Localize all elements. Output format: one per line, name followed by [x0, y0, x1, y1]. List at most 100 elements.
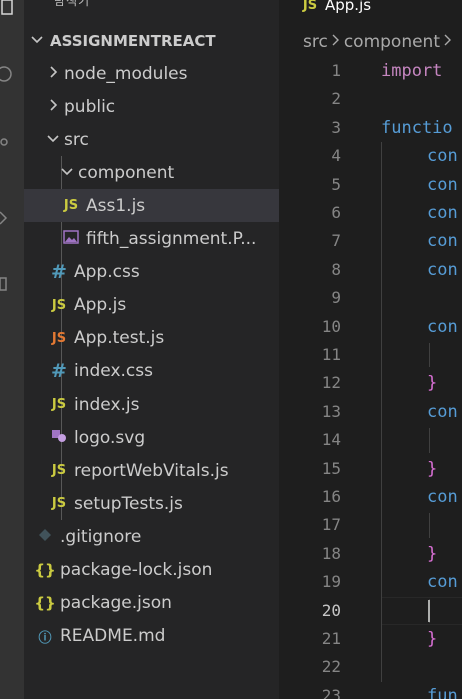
extensions-icon[interactable] [0, 270, 24, 298]
project-root[interactable]: ASSIGNMENTREACT [24, 24, 279, 57]
code-token: con [427, 572, 458, 593]
tree-file[interactable]: JS index.js [24, 388, 279, 421]
tree-item-label: package.json [60, 593, 172, 614]
tree-file[interactable]: {} package.json [24, 587, 279, 620]
tree-item-label: package-lock.json [60, 560, 213, 580]
code-line: con [427, 398, 458, 426]
code-token: fun [427, 685, 458, 699]
js-file-icon: JS [51, 297, 67, 313]
tree-file[interactable]: {} package-lock.json [24, 554, 279, 587]
tree-file[interactable]: JS reportWebVitals.js [24, 454, 279, 487]
line-number: 1 [331, 61, 341, 80]
line-number: 4 [331, 146, 341, 166]
tree-file[interactable]: JS setupTests.js [24, 487, 279, 520]
tree-item-label: index.css [74, 361, 153, 382]
code-token: con [427, 487, 458, 507]
code-token: } [427, 543, 438, 564]
code-line: } [427, 455, 437, 483]
tree-item-label: App.js [74, 295, 127, 316]
tree-item-label: reportWebVitals.js [74, 460, 229, 481]
tree-folder[interactable]: public [24, 90, 279, 123]
tree-file[interactable]: fifth_assignment.P... [24, 223, 279, 256]
code-token: } [427, 373, 438, 394]
breadcrumb: src component [303, 30, 456, 54]
js-file-icon: JS [51, 397, 67, 412]
code-token: } [427, 458, 438, 479]
code-token: functio [381, 117, 453, 138]
tab-bar: JS App.js [279, 0, 462, 24]
line-number: 21 [321, 629, 341, 648]
code-token: con [427, 316, 458, 337]
search-icon[interactable] [0, 60, 24, 88]
code-line: con [427, 313, 458, 341]
code-token: con [427, 146, 458, 167]
js-file-icon: JS [51, 496, 67, 512]
sidebar-header: 탐색기 [54, 0, 91, 8]
source-control-icon[interactable] [0, 128, 24, 156]
code-line: import [381, 57, 442, 85]
activity-bar [0, 0, 24, 699]
json-file-icon: {} [34, 594, 56, 613]
git-file-icon [34, 528, 56, 546]
code-line: con [427, 568, 458, 596]
tab-label: App.js [325, 0, 372, 14]
text-cursor [428, 599, 430, 622]
code-line: con [427, 256, 458, 284]
tree-folder[interactable]: component [24, 156, 279, 189]
chevron-right-icon [46, 66, 60, 81]
run-debug-icon[interactable] [0, 203, 24, 231]
block-indent-guide [429, 513, 430, 538]
indent-guide [381, 142, 382, 682]
line-number: 8 [331, 259, 341, 279]
line-number: 14 [321, 430, 341, 450]
line-number: 7 [331, 231, 341, 251]
code-token: con [427, 401, 458, 422]
tree-item-label: public [64, 96, 116, 117]
line-number: 23 [321, 685, 341, 699]
code-line: } [427, 625, 437, 653]
info-file-icon: ⓘ [38, 630, 52, 646]
code-line: con [427, 171, 458, 199]
code-line: con [427, 227, 458, 255]
line-number: 11 [321, 345, 341, 364]
tree-item-label: .gitignore [60, 526, 142, 547]
tree-item-label: component [78, 162, 175, 183]
code-line: } [427, 369, 437, 397]
tree-item-label: fifth_assignment.P... [86, 229, 257, 249]
chevron-right-icon [444, 34, 452, 50]
line-number: 12 [321, 373, 341, 393]
explorer-icon[interactable] [0, 0, 24, 22]
code-line: con [427, 483, 458, 511]
chevron-down-icon [46, 132, 60, 147]
tree-file[interactable]: JS App.js [24, 289, 279, 322]
line-number: 17 [321, 515, 341, 535]
line-number: 13 [321, 401, 341, 421]
tree-item-label: logo.svg [74, 427, 146, 448]
js-file-icon: JS [63, 198, 79, 214]
line-number: 18 [321, 543, 341, 563]
breadcrumb-component[interactable]: component [344, 32, 440, 52]
tree-file[interactable]: # App.css [24, 256, 279, 289]
code-token: con [427, 174, 458, 195]
breadcrumb-src[interactable]: src [303, 32, 328, 52]
tree-item-label: src [64, 129, 89, 150]
css-file-icon: # [51, 360, 67, 383]
tree-item-label: index.js [74, 394, 140, 415]
tree-file[interactable]: logo.svg [24, 421, 279, 454]
tree-folder[interactable]: node_modules [24, 57, 279, 90]
tree-file[interactable]: ⓘ README.md [24, 620, 279, 653]
js-test-file-icon: JS [51, 330, 67, 346]
tree-file[interactable]: # index.css [24, 355, 279, 388]
line-number: 15 [321, 458, 341, 478]
chevron-right-icon [46, 99, 60, 114]
tree-file[interactable]: .gitignore [24, 520, 279, 553]
block-indent-guide [429, 343, 430, 368]
tree-file[interactable]: JS Ass1.js [24, 189, 279, 223]
line-number: 2 [331, 89, 341, 109]
line-number: 3 [331, 117, 341, 137]
tree-folder[interactable]: src [24, 123, 279, 156]
chevron-right-icon [332, 34, 340, 50]
svg-file-icon [48, 429, 70, 447]
tab-app-js[interactable]: JS App.js [279, 0, 462, 24]
tree-file[interactable]: JS App.test.js [24, 322, 279, 355]
